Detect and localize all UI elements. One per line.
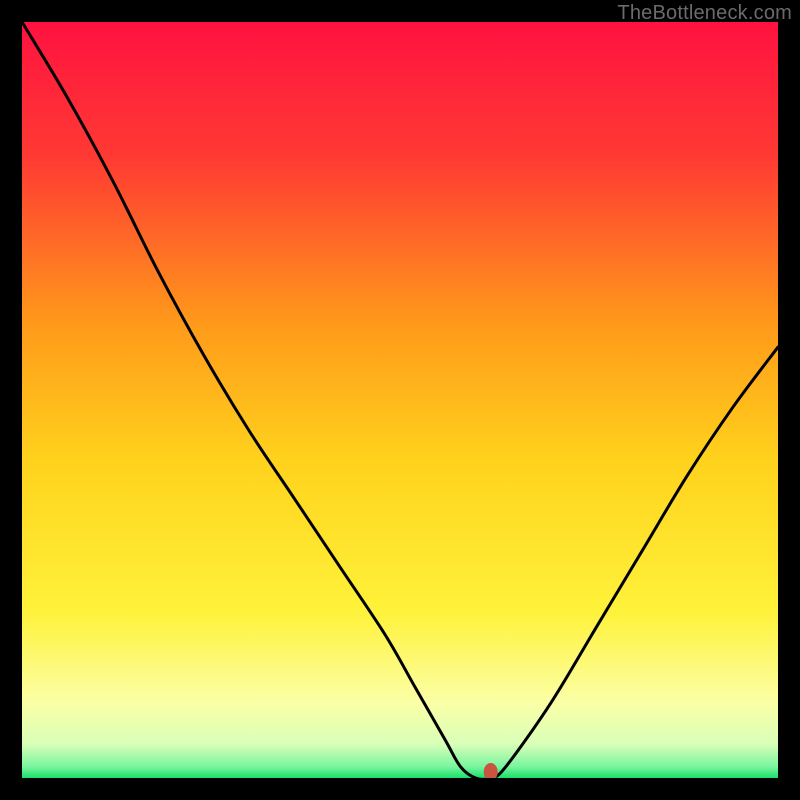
plot-background xyxy=(22,22,778,778)
plot-area xyxy=(22,22,778,778)
watermark-text: TheBottleneck.com xyxy=(617,2,792,25)
chart-frame: TheBottleneck.com xyxy=(0,0,800,800)
plot-svg xyxy=(22,22,778,778)
